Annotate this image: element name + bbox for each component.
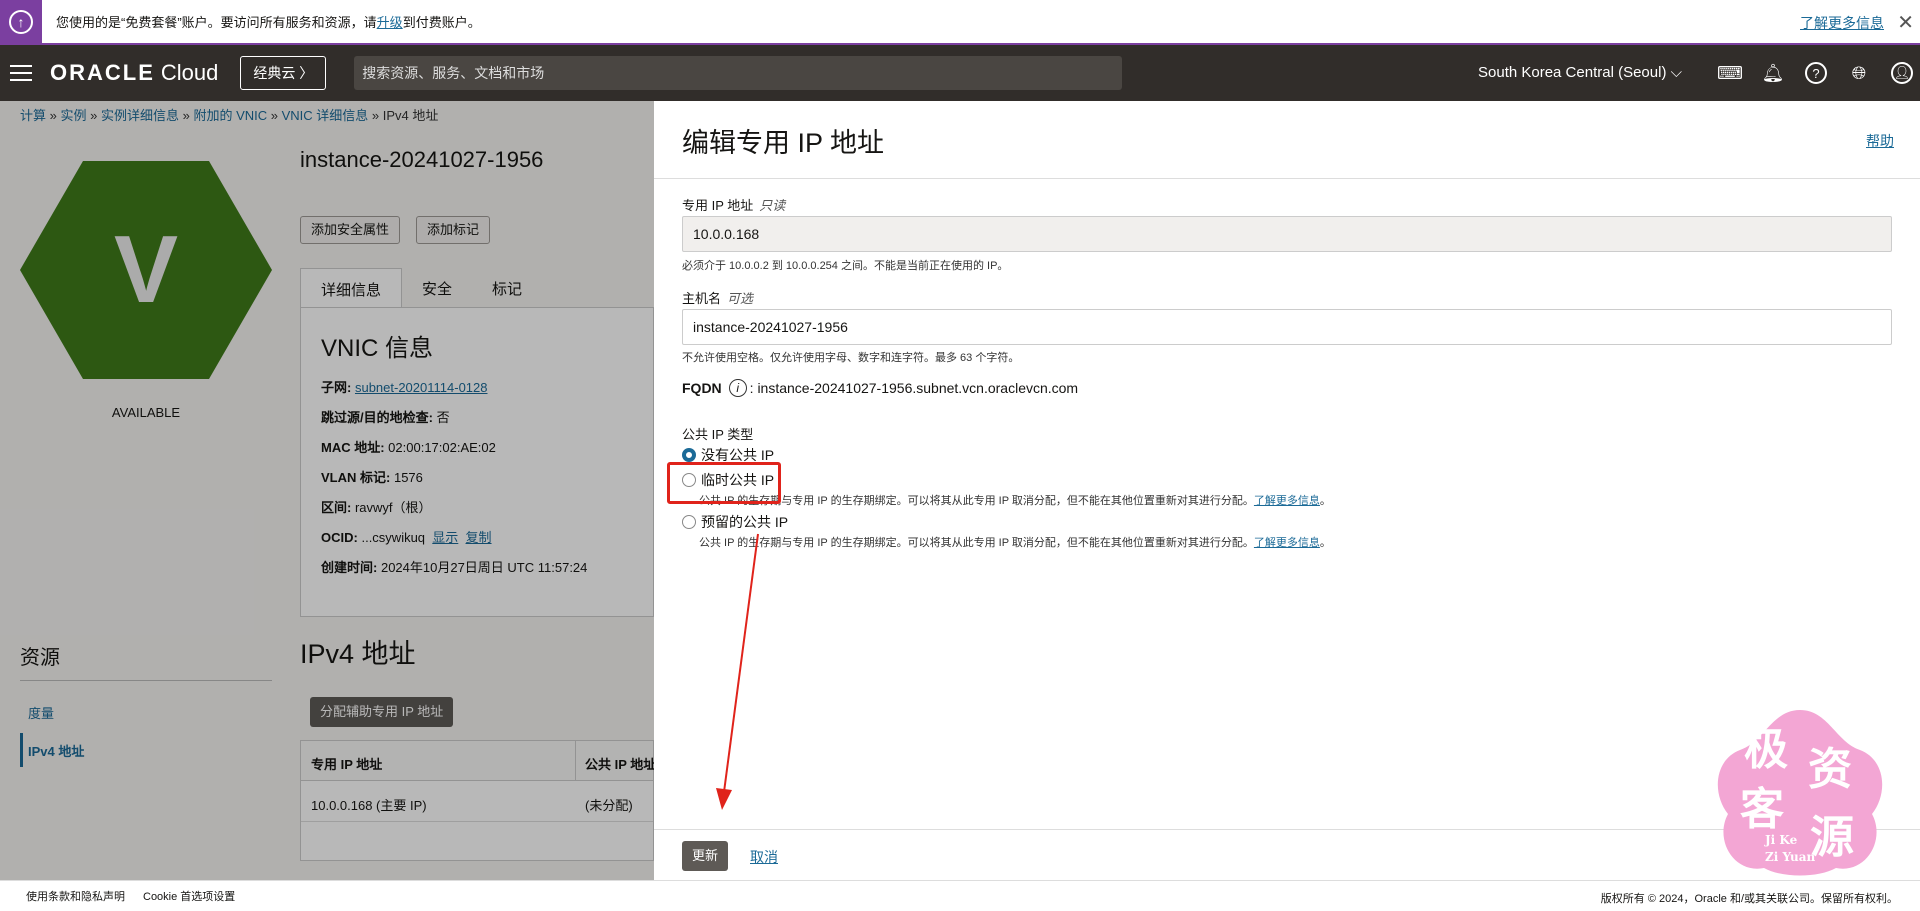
radio-unselected-icon[interactable] [682,515,696,529]
watermark-char: 资 [1808,744,1852,795]
classic-cloud-button[interactable]: 经典云 〉 [240,56,327,90]
reserved-description: 公共 IP 的生存期与专用 IP 的生存期绑定。可以将其从此专用 IP 取消分配… [699,537,1331,549]
globe-icon[interactable]: 🌐︎ [1845,59,1873,87]
terms-link[interactable]: 使用条款和隐私声明 [26,888,125,904]
fqdn-row: FQDN i : instance-20241027-1956.subnet.v… [682,379,1079,397]
page-footer: 使用条款和隐私声明 Cookie 首选项设置 版权所有 © 2024，Oracl… [0,880,1920,911]
annotation-highlight-box [667,462,781,504]
bell-icon[interactable]: 🔔︎ [1759,59,1787,87]
top-navigation: ORACLECloud 经典云 〉 South Korea Central (S… [0,45,1920,101]
cancel-link[interactable]: 取消 [750,847,778,867]
profile-icon[interactable]: 👤︎ [1891,62,1913,84]
watermark-char: 客 [1740,784,1784,835]
region-selector[interactable]: South Korea Central (Seoul) ⌵ [1478,64,1682,81]
announcement-text: 您使用的是“免费套餐”账户。要访问所有服务和资源，请 [56,15,377,30]
menu-icon[interactable] [10,65,32,81]
reserved-learn-more-link[interactable]: 了解更多信息 [1254,537,1320,549]
search-input[interactable] [354,56,1123,90]
help-link[interactable]: 帮助 [1866,131,1894,151]
announcement-bar: ↑ 您使用的是“免费套餐”账户。要访问所有服务和资源，请升级到付费账户。 了解更… [0,0,1920,45]
announcement-message: 您使用的是“免费套餐”账户。要访问所有服务和资源，请升级到付费账户。 [56,12,481,31]
watermark-char: 源 [1810,812,1854,863]
ephemeral-learn-more-link[interactable]: 了解更多信息 [1254,495,1320,507]
announcement-text-end: 到付费账户。 [402,15,481,30]
public-ip-type-label: 公共 IP 类型 [682,427,754,442]
copyright-text: 版权所有 © 2024，Oracle 和/或其关联公司。保留所有权利。 [1600,893,1898,905]
panel-header: 编辑专用 IP 地址 帮助 [654,101,1920,179]
close-icon[interactable]: ✕ [1897,10,1914,35]
fqdn-value: : instance-20241027-1956.subnet.vcn.orac… [749,380,1079,396]
watermark-text: Ji Ke Zi Yuan [1765,833,1816,864]
watermark-char: 极 [1744,724,1788,775]
upgrade-arrow-icon: ↑ [0,0,42,43]
annotation-arrow [716,533,759,810]
private-ip-field: 10.0.0.168 [682,216,1892,252]
ephemeral-description: 公共 IP 的生存期与专用 IP 的生存期绑定。可以将其从此专用 IP 取消分配… [699,495,1331,507]
panel-title: 编辑专用 IP 地址 [682,128,885,158]
radio-selected-icon[interactable] [682,448,696,462]
info-icon[interactable]: i [728,379,747,397]
update-button[interactable]: 更新 [682,841,729,871]
private-ip-hint: 必须介于 10.0.0.2 到 10.0.0.254 之间。不能是当前正在使用的… [682,260,1009,272]
hostname-label: 主机名 可选 [682,291,754,306]
upgrade-link[interactable]: 升级 [377,15,403,30]
oracle-cloud-logo[interactable]: ORACLE Cloud [50,60,218,86]
modal-backdrop[interactable] [0,101,654,880]
private-ip-label: 专用 IP 地址 只读 [682,198,786,213]
cookie-settings-link[interactable]: Cookie 首选项设置 [143,888,235,904]
help-icon[interactable]: ? [1805,62,1827,84]
cloud-shell-icon[interactable]: ⌨ [1716,59,1744,87]
hostname-field[interactable]: instance-20241027-1956 [682,309,1892,345]
learn-more-link[interactable]: 了解更多信息 [1800,13,1884,33]
hostname-hint: 不允许使用空格。仅允许使用字母、数字和连字符。最多 63 个字符。 [682,352,1020,364]
radio-reserved-public-ip[interactable]: 预留的公共 IP [682,512,788,532]
